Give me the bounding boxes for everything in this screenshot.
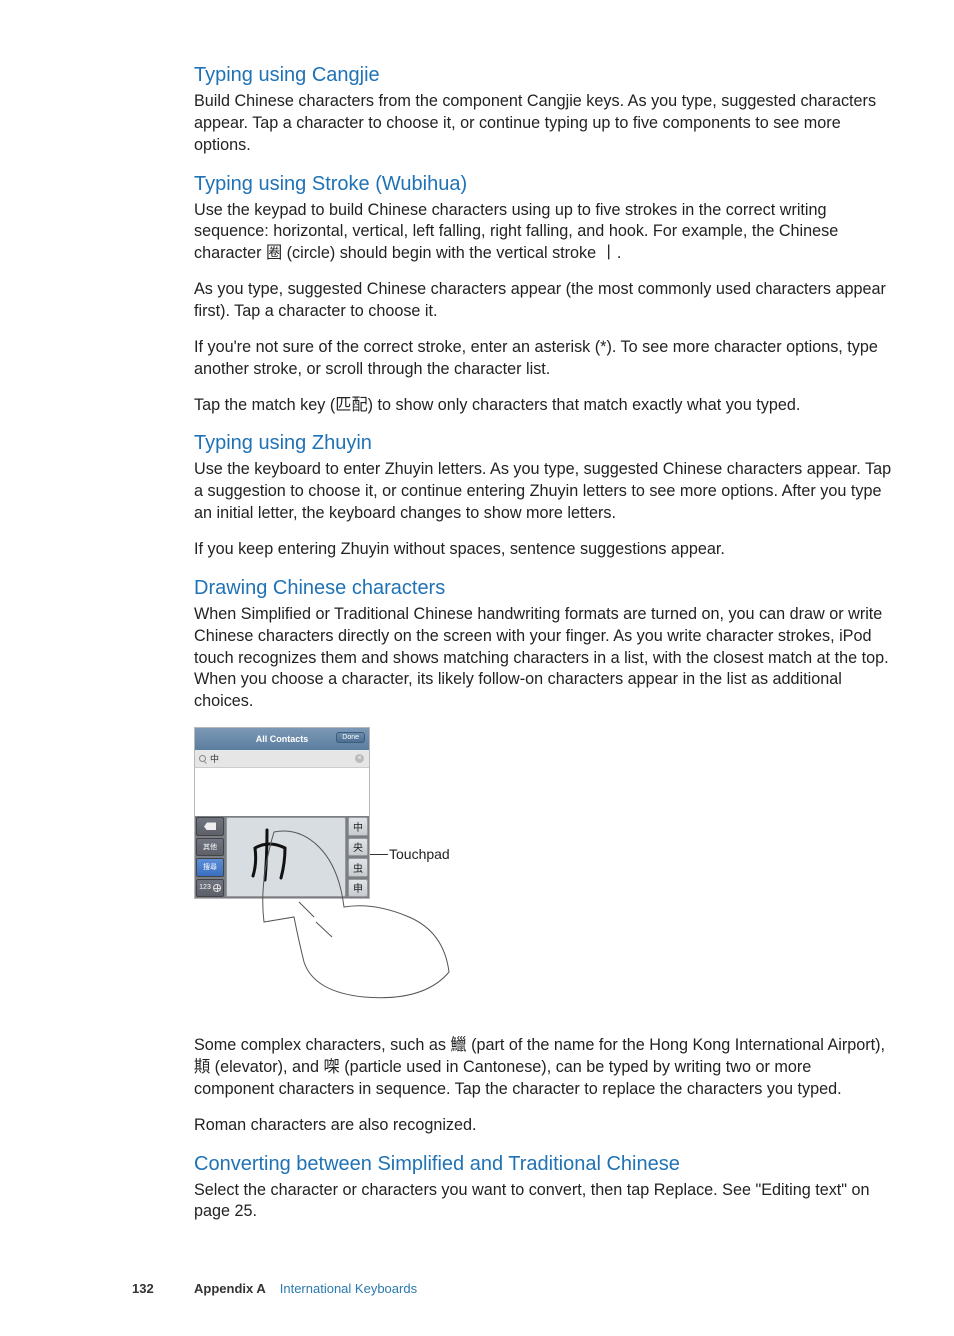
para: If you're not sure of the correct stroke… (194, 337, 894, 381)
heading-drawing: Drawing Chinese characters (194, 577, 894, 600)
keyboard-area: 其他 搜尋 123 中 央 虫 申 (195, 816, 369, 898)
results-area (195, 768, 369, 818)
page-footer: 132 Appendix A International Keyboards (0, 1281, 954, 1296)
search-key: 搜尋 (196, 858, 224, 877)
touchpad (226, 817, 346, 897)
other-key: 其他 (196, 838, 224, 857)
search-icon (199, 755, 206, 762)
footer-appendix: Appendix A (194, 1281, 266, 1296)
heading-zhuyin: Typing using Zhuyin (194, 432, 894, 455)
backspace-icon (204, 822, 216, 830)
footer-chapter: International Keyboards (280, 1281, 417, 1296)
section-zhuyin: Typing using Zhuyin Use the keyboard to … (194, 432, 894, 560)
drawn-character-icon (227, 818, 337, 896)
page-number: 132 (132, 1281, 194, 1296)
backspace-key (196, 817, 224, 836)
mode-label: 123 (199, 884, 211, 891)
kbd-candidates: 中 央 虫 申 (347, 816, 369, 898)
para: Roman characters are also recognized. (194, 1115, 894, 1137)
done-button: Done (336, 732, 365, 743)
phone-mock: All Contacts Done 中 × 其他 搜尋 123 (194, 727, 370, 899)
para: As you type, suggested Chinese character… (194, 279, 894, 323)
section-cangjie: Typing using Cangjie Build Chinese chara… (194, 64, 894, 157)
kbd-left-col: 其他 搜尋 123 (195, 816, 225, 898)
section-drawing: Drawing Chinese characters When Simplifi… (194, 577, 894, 1137)
para: Use the keyboard to enter Zhuyin letters… (194, 459, 894, 525)
callout-line (370, 854, 388, 855)
candidate-key: 申 (348, 879, 368, 898)
section-stroke: Typing using Stroke (Wubihua) Use the ke… (194, 173, 894, 417)
para: If you keep entering Zhuyin without spac… (194, 539, 894, 561)
para: Build Chinese characters from the compon… (194, 91, 894, 157)
candidate-key: 央 (348, 838, 368, 857)
topbar: All Contacts Done (195, 728, 369, 750)
heading-convert: Converting between Simplified and Tradit… (194, 1153, 894, 1176)
clear-icon: × (355, 754, 364, 763)
para: Use the keypad to build Chinese characte… (194, 200, 894, 266)
callout-label: Touchpad (389, 846, 450, 862)
search-value: 中 (210, 752, 219, 765)
para: Select the character or characters you w… (194, 1180, 894, 1224)
heading-stroke: Typing using Stroke (Wubihua) (194, 173, 894, 196)
topbar-title: All Contacts (256, 734, 309, 744)
para: Some complex characters, such as 鱲 (part… (194, 1035, 894, 1101)
globe-icon (213, 884, 221, 892)
candidate-key: 虫 (348, 858, 368, 877)
section-convert: Converting between Simplified and Tradit… (194, 1153, 894, 1224)
para: When Simplified or Traditional Chinese h… (194, 604, 894, 713)
handwriting-figure: All Contacts Done 中 × 其他 搜尋 123 (194, 727, 554, 1017)
candidate-key: 中 (348, 817, 368, 836)
para: Tap the match key (匹配) to show only char… (194, 395, 894, 417)
mode-key: 123 (196, 879, 224, 898)
heading-cangjie: Typing using Cangjie (194, 64, 894, 87)
search-bar: 中 × (195, 750, 369, 768)
